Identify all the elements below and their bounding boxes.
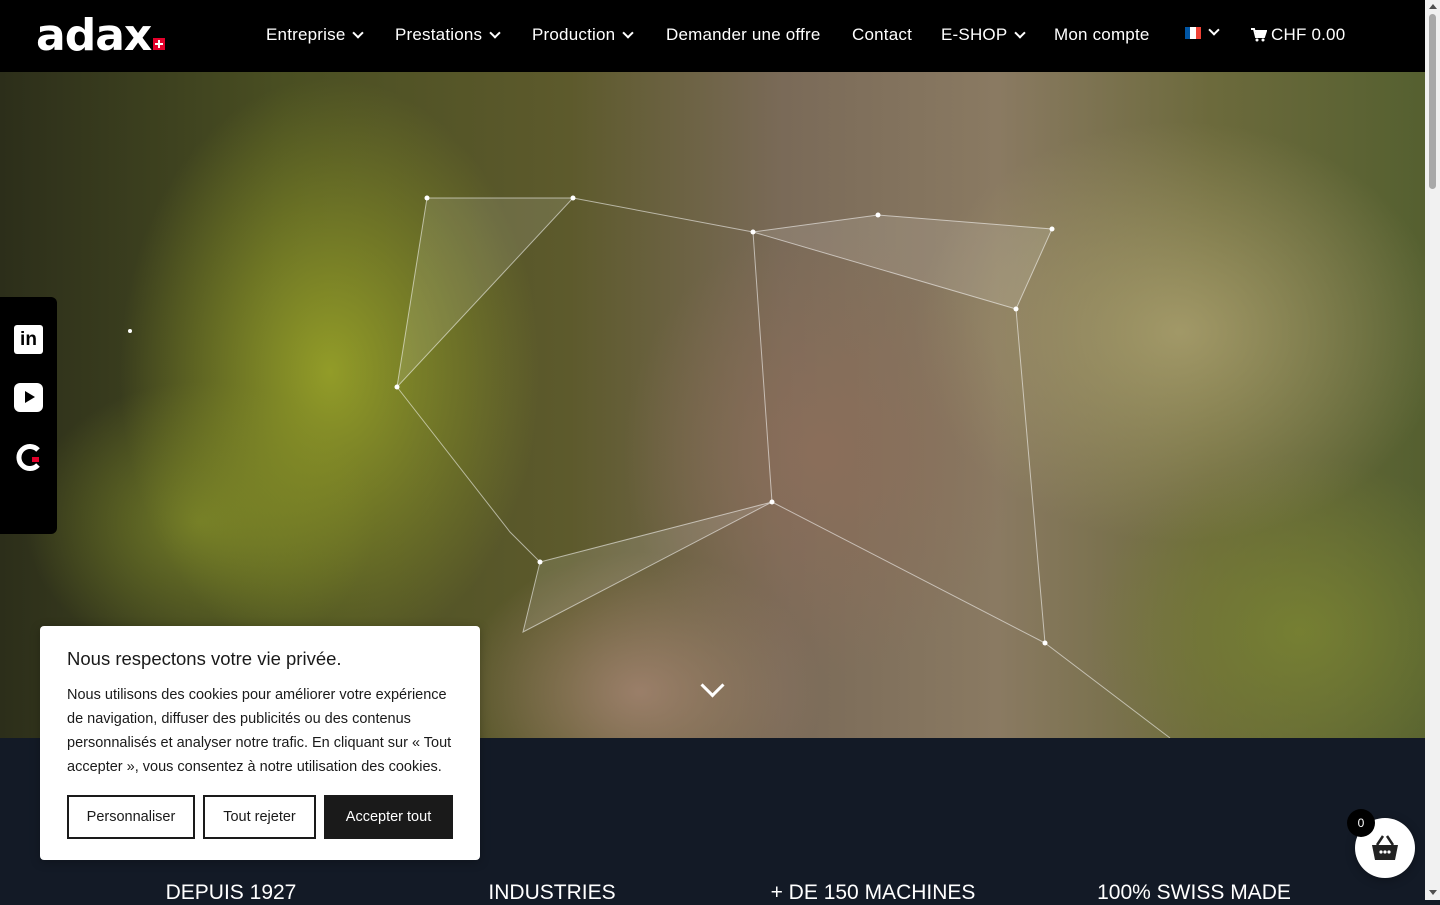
- linkedin-icon[interactable]: in: [14, 325, 43, 354]
- cookie-banner: Nous respectons votre vie privée. Nous u…: [40, 626, 480, 860]
- g-brand-icon[interactable]: [14, 443, 43, 472]
- language-switcher[interactable]: [1185, 24, 1220, 39]
- cart-total: CHF 0.00: [1271, 25, 1346, 44]
- flag-fr-icon: [1185, 27, 1201, 39]
- scroll-down-arrow-icon[interactable]: [1429, 890, 1437, 895]
- stat-industries: INDUSTRIES: [488, 881, 616, 904]
- site-logo[interactable]: adax: [36, 10, 166, 61]
- nav-mon-compte[interactable]: Mon compte: [1054, 25, 1150, 45]
- nav-label: Contact: [852, 25, 912, 44]
- nav-label: Prestations: [395, 25, 483, 44]
- stat-swiss-made: 100% SWISS MADE: [1097, 881, 1291, 904]
- cookie-title: Nous respectons votre vie privée.: [67, 648, 342, 669]
- nav-label: Demander une offre: [666, 25, 821, 44]
- nav-prestations[interactable]: Prestations: [395, 25, 501, 45]
- youtube-icon[interactable]: [14, 383, 43, 412]
- chevron-down-icon: [1208, 24, 1220, 36]
- nav-eshop[interactable]: E-SHOP: [941, 25, 1027, 45]
- chevron-down-icon: [622, 27, 634, 39]
- scrollbar-thumb[interactable]: [1429, 14, 1436, 189]
- chevron-down-icon: [352, 27, 365, 39]
- basket-count-badge: 0: [1347, 809, 1375, 837]
- reject-all-button[interactable]: Tout rejeter: [203, 795, 316, 839]
- scroll-up-arrow-icon[interactable]: [1429, 4, 1437, 9]
- page-scrollbar[interactable]: [1425, 0, 1440, 900]
- cart-link[interactable]: CHF 0.00: [1251, 25, 1345, 45]
- nav-label: Mon compte: [1054, 25, 1150, 44]
- stat-machines: + DE 150 MACHINES: [770, 881, 976, 904]
- stat-since: DEPUIS 1927: [165, 881, 297, 904]
- nav-label: Entreprise: [266, 25, 346, 44]
- swiss-flag-icon: [153, 38, 166, 50]
- social-sidebar: in: [0, 297, 57, 534]
- chevron-down-icon: [1014, 27, 1027, 39]
- nav-production[interactable]: Production: [532, 25, 634, 45]
- nav-label: E-SHOP: [941, 25, 1008, 44]
- cart-icon: [1251, 28, 1267, 42]
- site-header: adax Entreprise Prestations Production D…: [0, 0, 1425, 72]
- accept-all-button[interactable]: Accepter tout: [324, 795, 453, 839]
- nav-entreprise[interactable]: Entreprise: [266, 25, 365, 45]
- logo-text: adax: [36, 10, 152, 61]
- customize-button[interactable]: Personnaliser: [67, 795, 195, 839]
- nav-contact[interactable]: Contact: [852, 25, 912, 45]
- chevron-down-icon: [489, 27, 501, 39]
- cookie-text: Nous utilisons des cookies pour améliore…: [67, 687, 452, 775]
- nav-label: Production: [532, 25, 616, 44]
- nav-demander-offre[interactable]: Demander une offre: [666, 25, 821, 45]
